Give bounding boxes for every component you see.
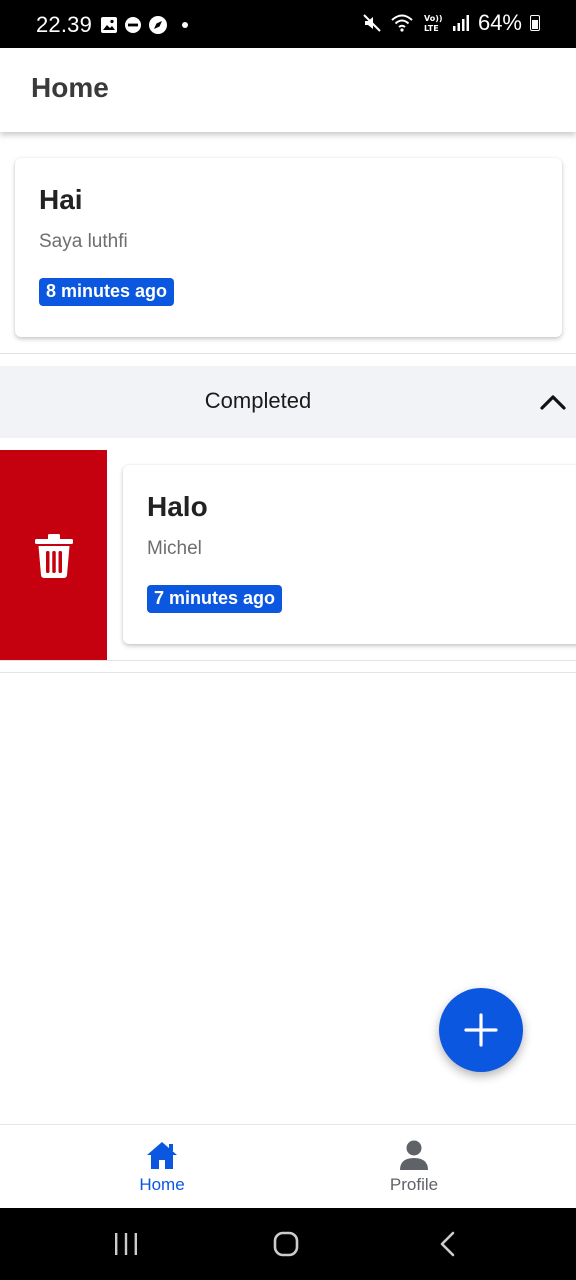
trash-icon [35, 534, 73, 578]
plus-icon [464, 1013, 498, 1047]
app-bar: Home [0, 48, 576, 132]
section-title: Completed [204, 388, 312, 413]
home-icon [147, 1142, 177, 1169]
time-badge: 7 minutes ago [147, 585, 283, 613]
dnd-icon [125, 17, 141, 33]
task-subtitle: Michel [147, 538, 202, 559]
bottom-navigation: Home Profile [0, 1124, 576, 1208]
status-bar: 22.39 Vo)) LTE 64% [0, 0, 576, 48]
completed-task-card[interactable]: Halo Michel 7 minutes ago [123, 465, 576, 644]
back-icon[interactable] [436, 1230, 460, 1258]
divider [0, 672, 576, 673]
nav-item-profile[interactable]: Profile [314, 1125, 514, 1209]
compass-icon [149, 16, 167, 34]
nav-label-home: Home [139, 1175, 185, 1194]
chevron-up-icon[interactable] [538, 388, 568, 418]
wifi-icon [391, 14, 413, 32]
home-circle-icon[interactable] [272, 1230, 300, 1258]
system-navigation-bar [0, 1208, 576, 1280]
battery-icon [530, 15, 540, 31]
battery-percent: 64% [477, 10, 522, 35]
status-time: 22.39 [36, 12, 93, 37]
delete-swipe-action[interactable] [0, 450, 107, 660]
nav-item-home[interactable]: Home [62, 1125, 262, 1209]
recents-icon[interactable] [112, 1232, 140, 1256]
divider [0, 353, 576, 354]
divider [0, 660, 576, 661]
add-task-button[interactable] [439, 988, 523, 1072]
volte-icon: Vo)) LTE [424, 14, 443, 33]
completed-section-header[interactable]: Completed [0, 366, 576, 438]
time-badge: 8 minutes ago [39, 278, 175, 306]
status-right-icons: Vo)) LTE 64% [362, 10, 540, 36]
gallery-icon [101, 17, 117, 33]
screen: 22.39 Vo)) LTE 64% Home Hai Saya luthfi … [0, 0, 576, 1280]
mute-icon [363, 14, 381, 32]
status-left-icons [100, 15, 192, 35]
task-subtitle: Saya luthfi [39, 231, 128, 252]
notification-dot-icon [182, 22, 188, 28]
person-icon [400, 1140, 428, 1170]
svg-text:Vo)): Vo)) [424, 14, 443, 23]
page-title: Home [31, 72, 109, 103]
task-title: Halo [147, 491, 208, 522]
signal-icon [452, 15, 469, 31]
task-card[interactable]: Hai Saya luthfi 8 minutes ago [15, 158, 562, 337]
svg-text:LTE: LTE [424, 24, 439, 33]
task-title: Hai [39, 184, 83, 215]
nav-label-profile: Profile [389, 1175, 439, 1194]
